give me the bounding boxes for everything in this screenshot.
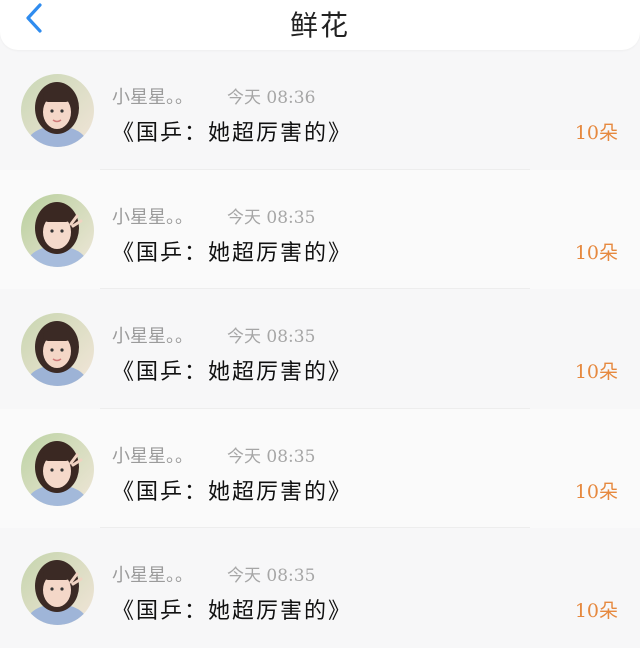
avatar[interactable] (21, 193, 94, 267)
flower-count: 10朵 (574, 361, 618, 384)
avatar[interactable] (21, 313, 94, 387)
avatar[interactable] (21, 74, 94, 147)
top-bar: 鲜花 (0, 0, 640, 50)
list-item[interactable]: 小星星。。 今天 08:35 《国乒：她超厉害的》 10朵 (0, 289, 640, 409)
flower-gift-list: 小星星。。 今天 08:36 《国乒：她超厉害的》 10朵 小星星。。 今天 0… (0, 50, 640, 648)
timestamp: 今天 08:35 (227, 566, 316, 587)
gift-content: 《国乒：她超厉害的》 (112, 240, 353, 266)
flower-count: 10朵 (574, 600, 618, 623)
gift-content: 《国乒：她超厉害的》 (112, 479, 353, 505)
gift-content: 《国乒：她超厉害的》 (112, 360, 353, 386)
list-item[interactable]: 小星星。。 今天 08:35 《国乒：她超厉害的》 10朵 (0, 408, 640, 529)
page-title: 鲜花 (289, 9, 350, 42)
user-name[interactable]: 小星星。。 (112, 322, 193, 348)
timestamp: 今天 08:35 (227, 207, 316, 228)
flower-count: 10朵 (574, 480, 618, 503)
user-name[interactable]: 小星星。。 (112, 83, 193, 109)
list-item[interactable]: 小星星。。 今天 08:35 《国乒：她超厉害的》 10朵 (0, 528, 640, 648)
list-item[interactable]: 小星星。。 今天 08:35 《国乒：她超厉害的》 10朵 (0, 169, 640, 290)
gift-content: 《国乒：她超厉害的》 (112, 599, 353, 625)
flower-count: 10朵 (574, 241, 618, 264)
user-name[interactable]: 小星星。。 (112, 561, 193, 587)
user-name[interactable]: 小星星。。 (112, 203, 193, 229)
avatar[interactable] (21, 432, 94, 506)
gift-content: 《国乒：她超厉害的》 (112, 121, 353, 146)
timestamp: 今天 08:35 (227, 327, 316, 348)
timestamp: 今天 08:35 (227, 446, 316, 467)
timestamp: 今天 08:36 (227, 88, 316, 108)
avatar[interactable] (21, 552, 94, 626)
user-name[interactable]: 小星星。。 (112, 442, 193, 468)
list-item[interactable]: 小星星。。 今天 08:36 《国乒：她超厉害的》 10朵 (0, 50, 640, 170)
flower-count: 10朵 (574, 122, 618, 144)
